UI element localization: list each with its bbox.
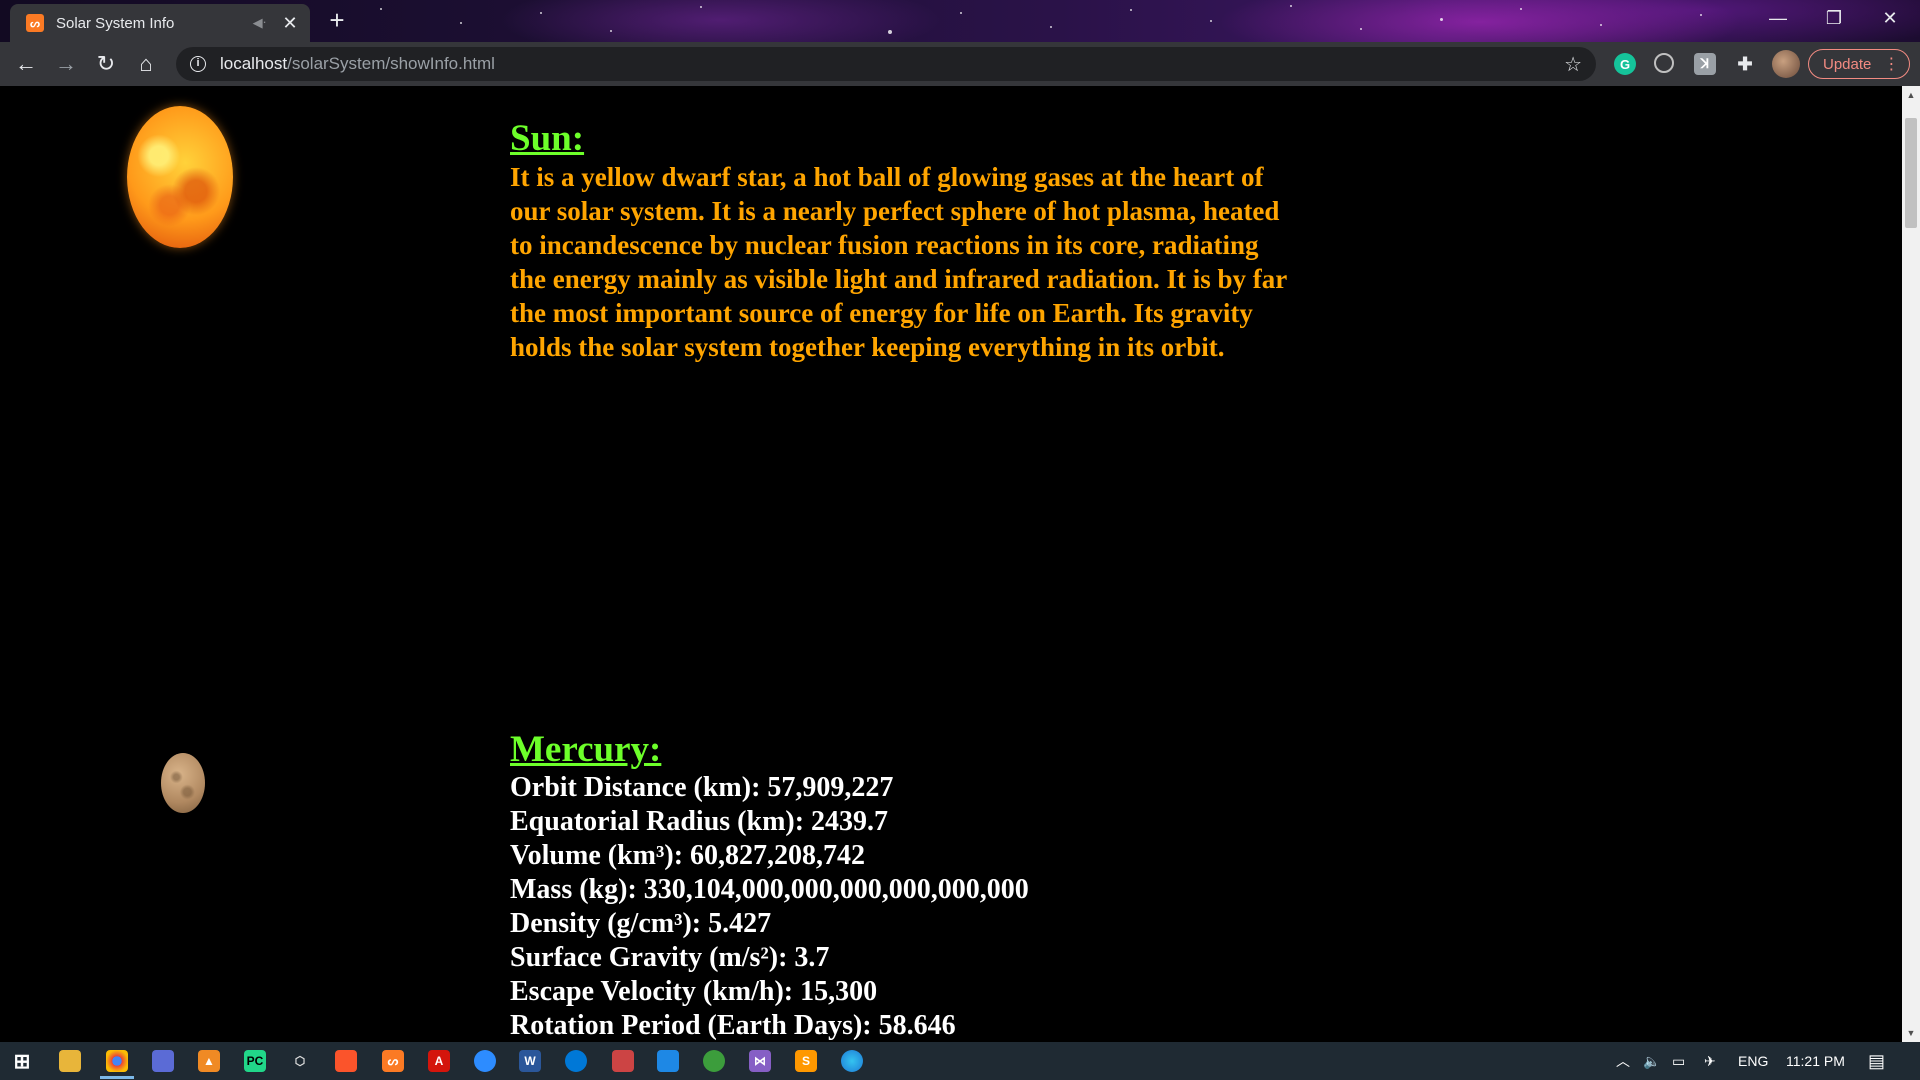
reload-button[interactable]: ↻ bbox=[90, 48, 122, 80]
brave-icon[interactable] bbox=[335, 1050, 357, 1072]
notifications-icon[interactable]: ▤ bbox=[1868, 1042, 1885, 1080]
tray-chevron-icon[interactable]: ︿ bbox=[1616, 1042, 1630, 1080]
xampp-icon[interactable]: ᔕ bbox=[382, 1050, 404, 1072]
word-icon[interactable]: W bbox=[519, 1050, 541, 1072]
mercury-escape-velocity: Escape Velocity (km/h): 15,300 bbox=[510, 976, 878, 1007]
extension-icon[interactable] bbox=[1654, 53, 1674, 73]
app-icon-blue[interactable] bbox=[657, 1050, 679, 1072]
tab-audio-icon[interactable]: ◀ᐧ bbox=[253, 15, 266, 31]
extensions-puzzle-icon[interactable]: ✚ bbox=[1734, 53, 1756, 75]
tab-close-icon[interactable]: ✕ bbox=[280, 13, 300, 34]
mercury-orbit-distance: Orbit Distance (km): 57,909,227 bbox=[510, 772, 894, 803]
extension-icon-2[interactable]: ꓘ bbox=[1694, 53, 1716, 75]
scroll-thumb[interactable] bbox=[1905, 118, 1917, 228]
app-icon-cube[interactable] bbox=[152, 1050, 174, 1072]
site-info-icon[interactable]: i bbox=[190, 56, 206, 72]
scroll-up-arrow-icon[interactable]: ▲ bbox=[1902, 86, 1920, 104]
url-path: /solarSystem/showInfo.html bbox=[287, 54, 495, 73]
url-text: localhost/solarSystem/showInfo.html bbox=[220, 54, 495, 74]
airplane-mode-icon[interactable]: ✈ bbox=[1704, 1042, 1716, 1080]
mercury-mass: Mass (kg): 330,104,000,000,000,000,000,0… bbox=[510, 874, 1029, 905]
sun-image bbox=[127, 106, 233, 248]
windows-taskbar: ⊞ ▲ PC ⬡ ᔕ A W ⋈ S ︿ 🔈 ▭ ✈ ENG 11:21 PM … bbox=[0, 1042, 1920, 1080]
sublime-text-icon[interactable]: S bbox=[795, 1050, 817, 1072]
teamviewer-icon[interactable] bbox=[565, 1050, 587, 1072]
sun-heading: Sun: bbox=[510, 118, 585, 159]
browser-toolbar: ← → ↻ ⌂ i localhost/solarSystem/showInfo… bbox=[0, 42, 1920, 86]
mercury-surface-gravity: Surface Gravity (m/s²): 3.7 bbox=[510, 942, 830, 973]
browser-titlebar: ᔕ Solar System Info ◀ᐧ ✕ + — ❐ ✕ bbox=[0, 0, 1920, 42]
page-scrollbar[interactable]: ▲ ▼ bbox=[1902, 86, 1920, 1042]
clock-time[interactable]: 11:21 PM bbox=[1786, 1042, 1845, 1080]
close-window-button[interactable]: ✕ bbox=[1862, 0, 1918, 36]
profile-avatar[interactable] bbox=[1772, 50, 1800, 78]
visual-studio-icon[interactable]: ⋈ bbox=[749, 1050, 771, 1072]
mercury-image bbox=[161, 753, 205, 813]
scroll-down-arrow-icon[interactable]: ▼ bbox=[1902, 1024, 1920, 1042]
file-explorer-icon[interactable] bbox=[59, 1050, 81, 1072]
virtualbox-icon[interactable]: ⬡ bbox=[289, 1050, 311, 1072]
mercury-volume: Volume (km³): 60,827,208,742 bbox=[510, 840, 866, 871]
mercury-heading: Mercury: bbox=[510, 729, 662, 770]
grammarly-extension-icon[interactable]: G bbox=[1614, 53, 1636, 75]
url-host: localhost bbox=[220, 54, 288, 73]
volume-icon[interactable]: 🔈 bbox=[1643, 1042, 1660, 1080]
tab-title: Solar System Info bbox=[56, 14, 175, 32]
pycharm-icon[interactable]: PC bbox=[244, 1050, 266, 1072]
mercury-equatorial-radius: Equatorial Radius (km): 2439.7 bbox=[510, 806, 889, 837]
sun-description: It is a yellow dwarf star, a hot ball of… bbox=[510, 162, 1287, 362]
home-button[interactable]: ⌂ bbox=[130, 48, 162, 80]
mercury-rotation-period: Rotation Period (Earth Days): 58.646 bbox=[510, 1010, 956, 1041]
page-content: Sun: It is a yellow dwarf star, a hot ba… bbox=[0, 86, 1902, 1042]
sun-section: Sun: It is a yellow dwarf star, a hot ba… bbox=[510, 118, 1300, 364]
minimize-button[interactable]: — bbox=[1750, 0, 1806, 36]
mercury-section: Mercury: Orbit Distance (km): 57,909,227… bbox=[510, 729, 1029, 1042]
app-icon-cloud[interactable] bbox=[612, 1050, 634, 1072]
language-indicator[interactable]: ENG bbox=[1738, 1042, 1768, 1080]
forward-button[interactable]: → bbox=[50, 48, 82, 80]
tab-solar-system-info[interactable]: ᔕ Solar System Info ◀ᐧ ✕ bbox=[10, 4, 310, 42]
acrobat-icon[interactable]: A bbox=[428, 1050, 450, 1072]
update-button[interactable]: Update ⋮ bbox=[1808, 49, 1910, 79]
chrome-active-indicator bbox=[100, 1076, 134, 1079]
vlc-icon[interactable]: ▲ bbox=[198, 1050, 220, 1072]
address-bar[interactable]: i localhost/solarSystem/showInfo.html ☆ bbox=[176, 47, 1596, 81]
back-button[interactable]: ← bbox=[10, 48, 42, 80]
zoom-icon[interactable] bbox=[474, 1050, 496, 1072]
app-icon-green[interactable] bbox=[703, 1050, 725, 1072]
battery-icon[interactable]: ▭ bbox=[1672, 1042, 1685, 1080]
new-tab-button[interactable]: + bbox=[322, 6, 352, 36]
restore-button[interactable]: ❐ bbox=[1806, 0, 1862, 36]
menu-dots-icon: ⋮ bbox=[1883, 56, 1900, 73]
bookmark-star-icon[interactable]: ☆ bbox=[1564, 52, 1582, 77]
xampp-favicon-icon: ᔕ bbox=[26, 14, 44, 32]
chrome-icon[interactable] bbox=[106, 1050, 128, 1072]
windows-start-icon[interactable]: ⊞ bbox=[11, 1050, 33, 1073]
mercury-density: Density (g/cm³): 5.427 bbox=[510, 908, 772, 939]
edge-icon[interactable] bbox=[841, 1050, 863, 1072]
update-label: Update bbox=[1823, 55, 1872, 73]
